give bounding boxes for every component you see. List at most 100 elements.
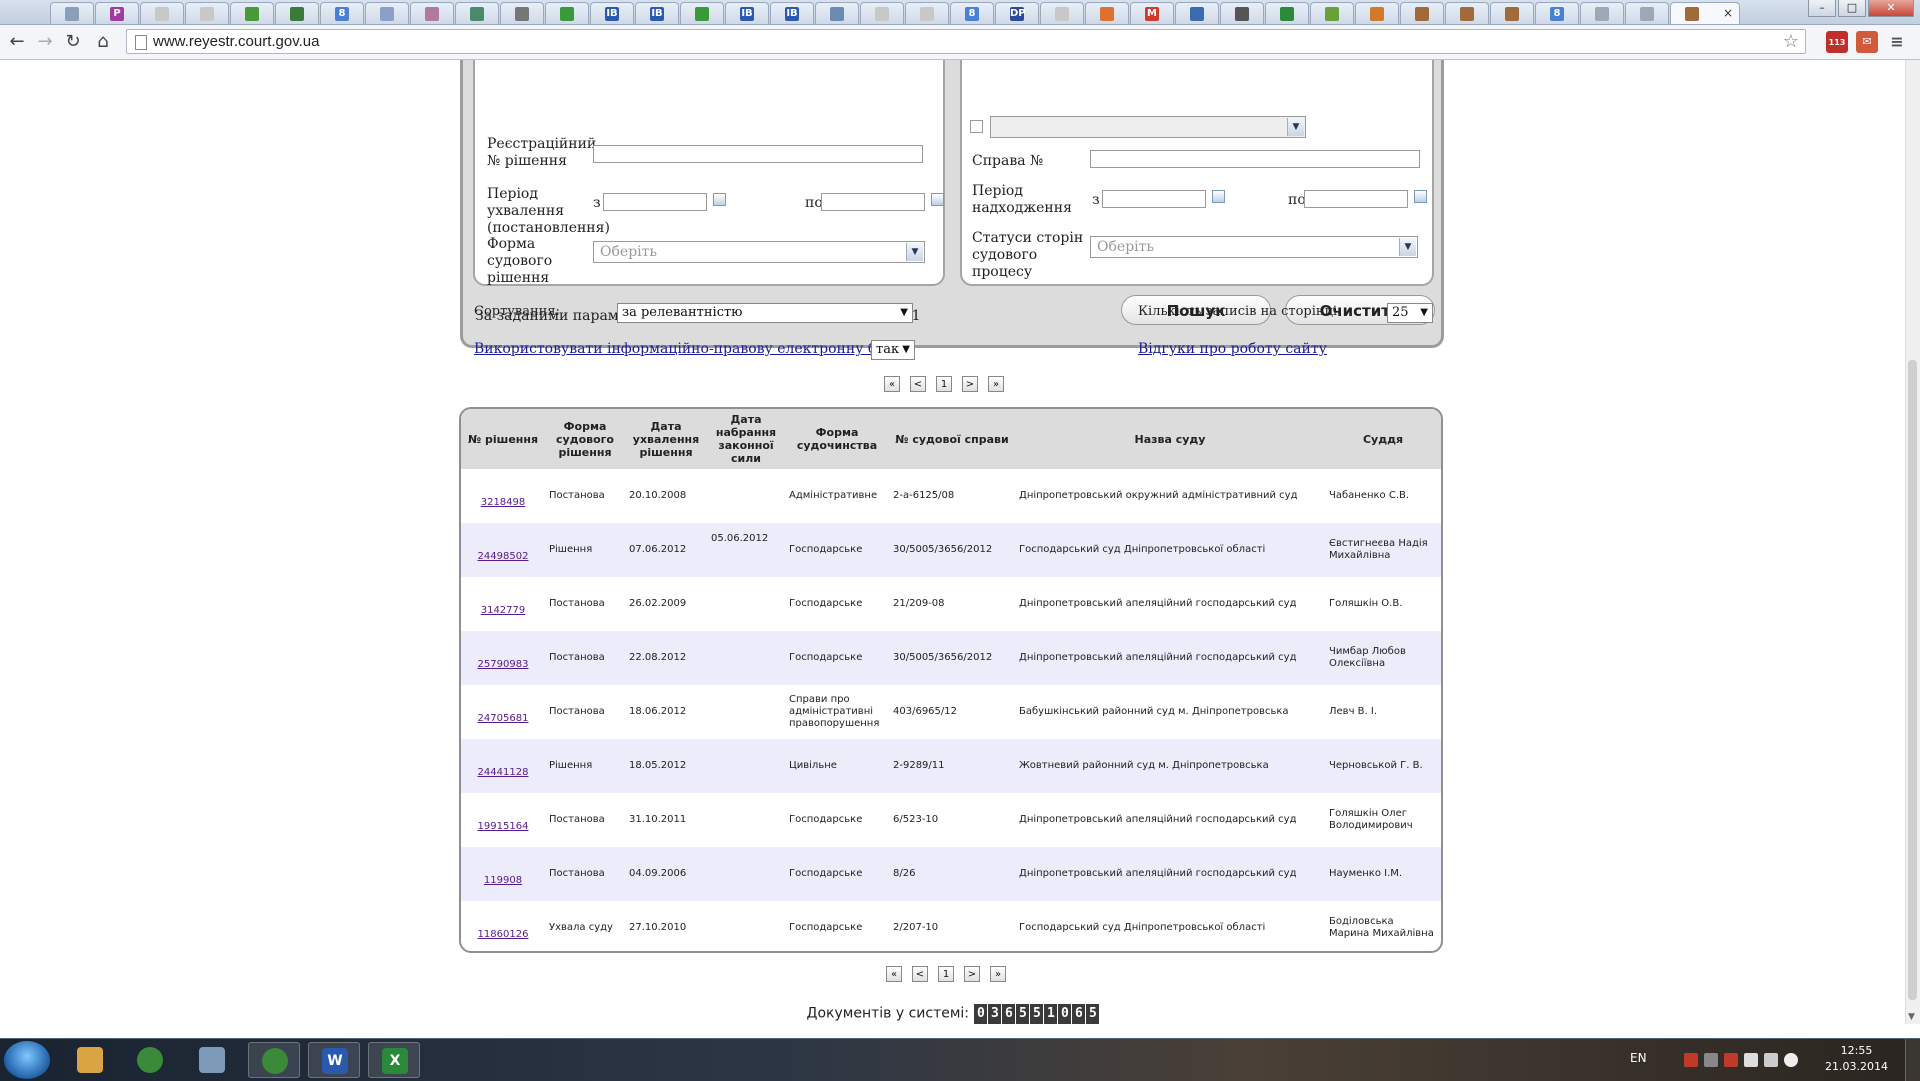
browser-tab-active[interactable]: × — [1670, 2, 1740, 24]
start-button[interactable] — [4, 1041, 50, 1079]
browser-tab[interactable] — [455, 2, 499, 24]
volume-icon[interactable] — [1784, 1053, 1798, 1067]
browser-tab[interactable] — [1265, 2, 1309, 24]
browser-tab[interactable] — [860, 2, 904, 24]
browser-tab[interactable] — [680, 2, 724, 24]
tray-app-icon[interactable] — [1724, 1053, 1738, 1067]
browser-tab[interactable] — [140, 2, 184, 24]
browser-tab[interactable]: P — [95, 2, 139, 24]
calendar-icon[interactable] — [713, 193, 726, 206]
decision-form-select[interactable]: Оберіть ▼ — [593, 241, 925, 263]
pager-page-button[interactable]: 1 — [938, 966, 954, 982]
clock[interactable]: 12:55 21.03.2014 — [1825, 1043, 1888, 1075]
back-icon[interactable]: ← — [6, 31, 28, 53]
browser-tab[interactable] — [365, 2, 409, 24]
browser-tab[interactable]: M — [1130, 2, 1174, 24]
adoption-from-input[interactable] — [603, 193, 707, 211]
reg-number-input[interactable] — [593, 145, 923, 163]
browser-tab[interactable]: IB — [635, 2, 679, 24]
address-bar[interactable]: www.reyestr.court.gov.ua ☆ — [126, 29, 1806, 54]
case-number-input[interactable] — [1090, 150, 1420, 168]
browser-tab[interactable] — [1580, 2, 1624, 24]
browser-tab[interactable] — [1400, 2, 1444, 24]
pager-page-button[interactable]: 1 — [936, 376, 952, 392]
browser-tab[interactable] — [1445, 2, 1489, 24]
taskbar-chrome-running[interactable] — [248, 1042, 300, 1078]
page-scrollbar[interactable]: ▼ — [1905, 60, 1920, 1024]
browser-tab[interactable]: IB — [725, 2, 769, 24]
taskbar-explorer[interactable] — [64, 1042, 116, 1078]
tray-signal-icon[interactable] — [1764, 1053, 1778, 1067]
browser-tab[interactable] — [410, 2, 454, 24]
language-indicator[interactable]: EN — [1630, 1051, 1647, 1065]
receipt-to-input[interactable] — [1304, 190, 1408, 208]
browser-tab[interactable]: IB — [590, 2, 634, 24]
pager-prev-button[interactable]: < — [912, 966, 928, 982]
browser-tab[interactable]: 8 — [950, 2, 994, 24]
use-base-link[interactable]: Використовувати інформаційно-правову еле… — [474, 341, 901, 357]
decision-link[interactable]: 3218498 — [481, 497, 526, 508]
browser-tab[interactable] — [1040, 2, 1084, 24]
browser-tab[interactable] — [545, 2, 589, 24]
tray-flag-icon[interactable] — [1704, 1053, 1718, 1067]
scroll-down-icon[interactable]: ▼ — [1908, 1012, 1915, 1022]
decision-link[interactable]: 24705681 — [478, 713, 529, 724]
show-desktop-button[interactable] — [1905, 1039, 1920, 1081]
browser-tab[interactable] — [815, 2, 859, 24]
calendar-icon[interactable] — [1414, 190, 1427, 203]
pager-prev-button[interactable]: < — [910, 376, 926, 392]
browser-tab[interactable]: IB — [770, 2, 814, 24]
browser-tab[interactable] — [905, 2, 949, 24]
decision-link[interactable]: 11860126 — [478, 929, 529, 940]
browser-tab[interactable] — [1310, 2, 1354, 24]
window-close-button[interactable]: ✕ — [1868, 0, 1914, 17]
tray-network-icon[interactable] — [1744, 1053, 1758, 1067]
menu-icon[interactable]: ≡ — [1886, 31, 1908, 53]
taskbar-calculator[interactable] — [186, 1042, 238, 1078]
browser-tab[interactable] — [1355, 2, 1399, 24]
browser-tab[interactable] — [185, 2, 229, 24]
pager-first-button[interactable]: « — [884, 376, 900, 392]
browser-tab[interactable] — [1175, 2, 1219, 24]
browser-tab[interactable]: 8 — [1535, 2, 1579, 24]
browser-tab[interactable] — [1625, 2, 1669, 24]
browser-tab[interactable] — [500, 2, 544, 24]
forward-icon[interactable]: → — [34, 31, 56, 53]
adoption-to-input[interactable] — [821, 193, 925, 211]
browser-tab[interactable] — [1490, 2, 1534, 24]
browser-tab[interactable] — [230, 2, 274, 24]
decision-link[interactable]: 19915164 — [478, 821, 529, 832]
pager-first-button[interactable]: « — [886, 966, 902, 982]
taskbar-excel[interactable]: X — [368, 1042, 420, 1078]
browser-tab[interactable] — [275, 2, 319, 24]
decision-link[interactable]: 24498502 — [478, 551, 529, 562]
browser-tab[interactable] — [1220, 2, 1264, 24]
browser-tab[interactable]: 8 — [320, 2, 364, 24]
per-page-select[interactable]: 25 ▼ — [1387, 303, 1433, 323]
gmail-extension-icon[interactable]: 113 — [1826, 31, 1848, 53]
calendar-icon[interactable] — [931, 193, 944, 206]
browser-tab[interactable] — [50, 2, 94, 24]
scrollbar-thumb[interactable] — [1908, 360, 1917, 1000]
extension-icon[interactable]: ✉ — [1856, 31, 1878, 53]
receipt-from-input[interactable] — [1102, 190, 1206, 208]
pager-last-button[interactable]: » — [988, 376, 1004, 392]
calendar-icon[interactable] — [1212, 190, 1225, 203]
taskbar-chrome[interactable] — [124, 1042, 176, 1078]
reload-icon[interactable]: ↻ — [62, 31, 84, 53]
tray-app-icon[interactable] — [1684, 1053, 1698, 1067]
decision-link[interactable]: 24441128 — [478, 767, 529, 778]
pager-next-button[interactable]: > — [962, 376, 978, 392]
browser-tab[interactable] — [1085, 2, 1129, 24]
court-select[interactable]: ▼ — [990, 116, 1306, 138]
decision-link[interactable]: 119908 — [484, 875, 522, 886]
sort-select[interactable]: за релевантністю ▼ — [617, 303, 913, 323]
feedback-link[interactable]: Відгуки про роботу сайту — [1138, 341, 1327, 358]
taskbar-word[interactable]: W — [308, 1042, 360, 1078]
decision-link[interactable]: 3142779 — [481, 605, 526, 616]
home-icon[interactable]: ⌂ — [92, 31, 114, 53]
pager-next-button[interactable]: > — [964, 966, 980, 982]
maximize-button[interactable]: □ — [1838, 0, 1866, 17]
tab-close-icon[interactable]: × — [1723, 6, 1733, 20]
decision-link[interactable]: 25790983 — [478, 659, 529, 670]
